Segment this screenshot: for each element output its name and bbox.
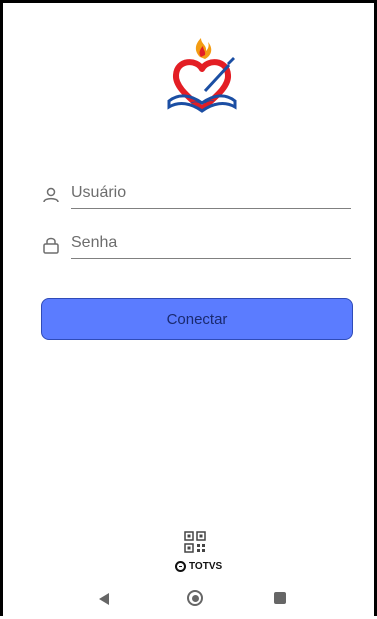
password-underline (71, 258, 351, 259)
connect-button[interactable]: Conectar (41, 298, 353, 340)
password-placeholder: Senha (71, 234, 118, 251)
connect-button-label: Conectar (166, 310, 228, 328)
lock-icon (43, 237, 59, 254)
app-logo (167, 38, 237, 113)
home-icon[interactable] (187, 590, 203, 606)
username-underline (71, 208, 351, 209)
screen: Usuário Senha Conectar TOTVS (0, 0, 377, 616)
totvs-logo-icon (175, 560, 186, 572)
recent-apps-icon[interactable] (274, 592, 286, 604)
qr-code-icon[interactable] (184, 531, 206, 553)
totvs-brand-text: TOTVS (189, 560, 223, 572)
username-field[interactable]: Usuário (41, 181, 351, 209)
system-navigation-bar (0, 580, 377, 619)
totvs-brand: TOTVS (175, 559, 222, 573)
user-icon (43, 187, 59, 203)
back-icon[interactable] (98, 592, 110, 606)
username-placeholder: Usuário (71, 184, 127, 201)
password-field[interactable]: Senha (41, 231, 351, 259)
